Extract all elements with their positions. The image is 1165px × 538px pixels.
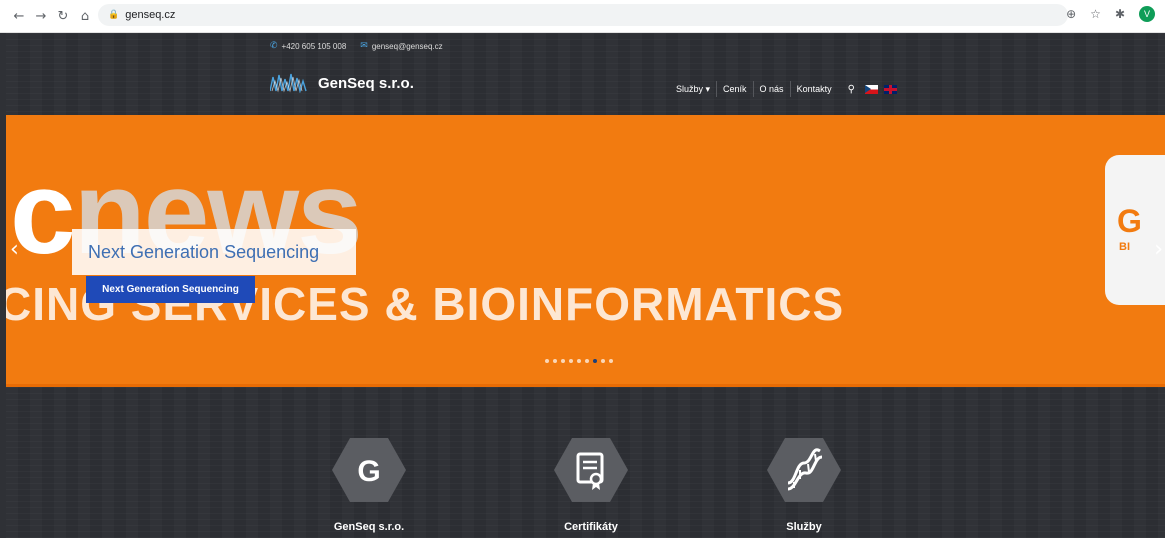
hero-slider: cnews CING SERVICES & BIOINFORMATICS G B… bbox=[6, 115, 1165, 387]
slider-pagination bbox=[545, 359, 613, 363]
g-letter-icon: G bbox=[332, 438, 406, 502]
feature-certifikaty[interactable]: Certifikáty bbox=[531, 437, 651, 533]
star-icon[interactable]: ☆ bbox=[1090, 7, 1101, 21]
slider-dot[interactable] bbox=[609, 359, 613, 363]
slider-dot[interactable] bbox=[561, 359, 565, 363]
menu-item-kontakty[interactable]: Kontakty bbox=[791, 81, 838, 97]
feature-label: GenSeq s.r.o. bbox=[333, 521, 405, 533]
logo-waveform-icon bbox=[270, 73, 307, 93]
slider-dot[interactable] bbox=[601, 359, 605, 363]
extensions-icon[interactable]: ✱ bbox=[1115, 7, 1125, 21]
dna-icon bbox=[767, 438, 841, 502]
menu-item-cenik[interactable]: Ceník bbox=[717, 81, 754, 97]
home-icon[interactable]: ⌂ bbox=[74, 5, 96, 27]
certificate-icon bbox=[554, 438, 628, 502]
website-viewport: ✆ +420 605 105 008 ✉ genseq@genseq.cz Ge… bbox=[6, 33, 1165, 538]
slider-dot[interactable] bbox=[593, 359, 597, 363]
contact-bar: ✆ +420 605 105 008 ✉ genseq@genseq.cz bbox=[6, 33, 1165, 59]
search-icon[interactable]: ⚲ bbox=[838, 84, 865, 95]
phone-icon: ✆ bbox=[270, 41, 278, 51]
profile-avatar[interactable]: V bbox=[1139, 6, 1155, 22]
slider-dot[interactable] bbox=[545, 359, 549, 363]
features-section: G GenSeq s.r.o. Certifikáty Služby bbox=[6, 387, 1165, 538]
reload-icon[interactable]: ↻ bbox=[52, 5, 74, 27]
site-logo[interactable]: GenSeq s.r.o. bbox=[270, 73, 414, 93]
slider-dot[interactable] bbox=[585, 359, 589, 363]
lock-icon: 🔒 bbox=[108, 10, 120, 20]
url-text: genseq.cz bbox=[125, 9, 176, 21]
slide-caption: Next Generation Sequencing bbox=[72, 229, 356, 275]
slider-next-icon[interactable]: › bbox=[1154, 237, 1163, 262]
slide-caption-button[interactable]: Next Generation Sequencing bbox=[86, 276, 255, 303]
site-header: GenSeq s.r.o. Služby ▾ Ceník O nás Konta… bbox=[6, 59, 1165, 115]
forward-icon[interactable]: → bbox=[30, 5, 52, 27]
uk-flag-icon[interactable] bbox=[883, 84, 897, 94]
slide-card-sub: BI bbox=[1119, 241, 1130, 253]
feature-sluzby[interactable]: Služby bbox=[744, 437, 864, 533]
svg-text:G: G bbox=[357, 455, 380, 488]
cz-flag-icon[interactable] bbox=[864, 84, 878, 94]
slider-prev-icon[interactable]: ‹ bbox=[10, 237, 19, 262]
slider-dot[interactable] bbox=[553, 359, 557, 363]
logo-text: GenSeq s.r.o. bbox=[318, 74, 414, 92]
menu-item-o-nas[interactable]: O nás bbox=[754, 81, 791, 97]
slide-caption-title: Next Generation Sequencing bbox=[88, 241, 320, 262]
browser-toolbar: ← → ↻ ⌂ 🔒 genseq.cz ⊕ ☆ ✱ V bbox=[0, 0, 1165, 33]
slider-dot[interactable] bbox=[569, 359, 573, 363]
email-address[interactable]: genseq@genseq.cz bbox=[372, 42, 443, 51]
main-menu: Služby ▾ Ceník O nás Kontakty ⚲ bbox=[670, 81, 903, 97]
back-icon[interactable]: ← bbox=[8, 5, 30, 27]
feature-label: Služby bbox=[786, 521, 822, 533]
slide-card-letter: G bbox=[1117, 203, 1142, 239]
menu-item-sluzby[interactable]: Služby ▾ bbox=[670, 81, 718, 97]
address-bar[interactable]: 🔒 genseq.cz bbox=[98, 4, 1068, 26]
phone-number[interactable]: +420 605 105 008 bbox=[282, 42, 347, 51]
slider-dot[interactable] bbox=[577, 359, 581, 363]
slide-logo-card: G BI bbox=[1105, 155, 1165, 305]
feature-label: Certifikáty bbox=[564, 521, 618, 533]
feature-genseq[interactable]: G GenSeq s.r.o. bbox=[309, 437, 429, 533]
toolbar-actions: ⊕ ☆ ✱ V bbox=[1066, 6, 1155, 22]
mail-icon: ✉ bbox=[360, 41, 368, 51]
zoom-icon[interactable]: ⊕ bbox=[1066, 7, 1076, 21]
